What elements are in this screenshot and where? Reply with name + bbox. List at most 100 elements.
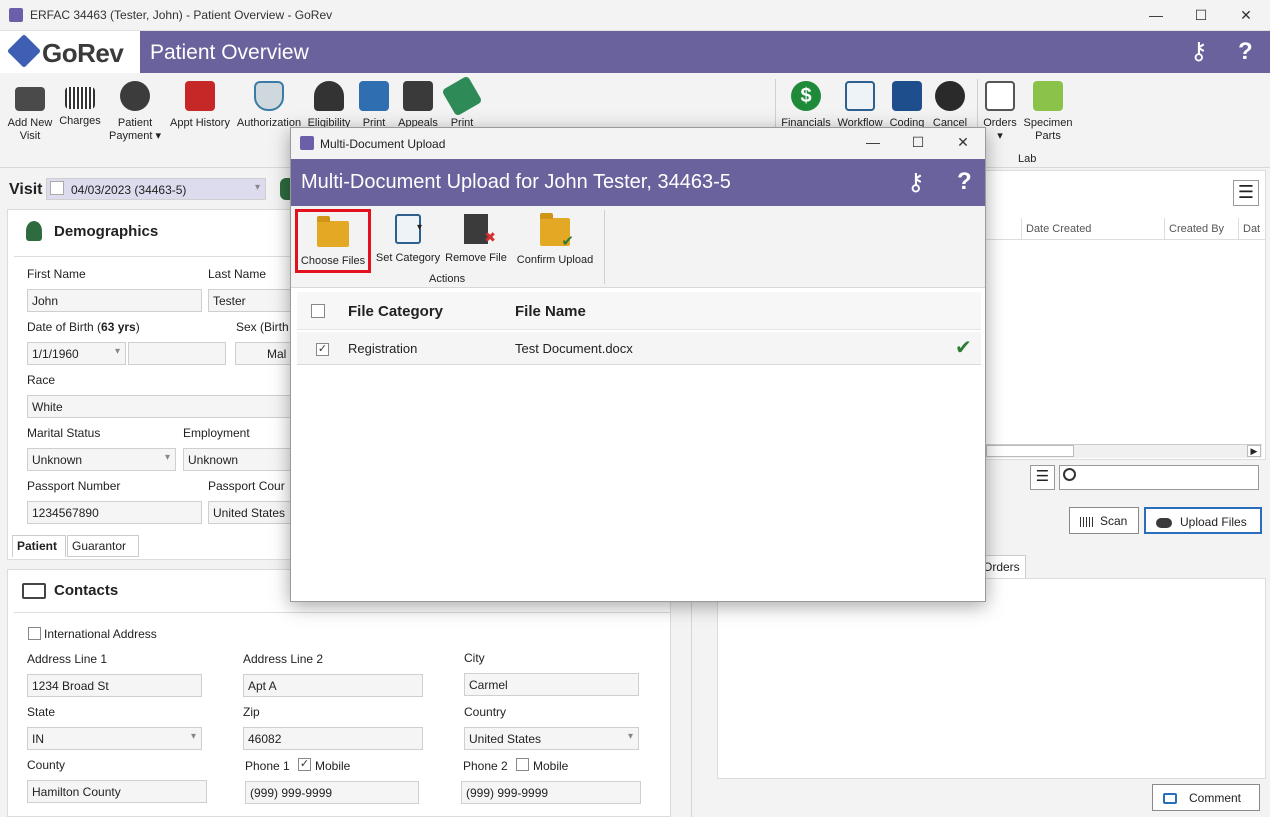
patient-payment-button[interactable]: Patient Payment ▾ <box>106 81 164 143</box>
tab-guarantor[interactable]: Guarantor <box>67 535 139 557</box>
print-tag-button[interactable]: Print <box>441 75 483 130</box>
set-category-button[interactable]: Set Category <box>371 214 445 264</box>
workflow-button[interactable]: Workflow <box>835 81 885 130</box>
confirm-upload-button[interactable]: ✔ Confirm Upload <box>513 213 597 266</box>
scrollbar-thumb[interactable] <box>986 445 1074 457</box>
divider <box>14 256 291 257</box>
minimize-button[interactable]: — <box>1136 4 1176 26</box>
marital-status-dropdown[interactable]: Unknown <box>27 448 176 471</box>
column-date-created[interactable]: Date Created <box>1026 223 1091 235</box>
sex-dropdown[interactable]: Mal <box>235 342 291 365</box>
address-line-1-field[interactable]: 1234 Broad St <box>27 674 202 697</box>
maximize-button[interactable]: ☐ <box>1181 4 1221 26</box>
book-icon <box>892 81 922 111</box>
scroll-right-icon[interactable]: ▶ <box>1247 445 1261 457</box>
upload-files-label: Upload Files <box>1180 515 1247 529</box>
race-field[interactable]: White <box>27 395 291 418</box>
print-button[interactable]: Print <box>356 81 392 130</box>
help-icon[interactable]: ? <box>1238 38 1253 66</box>
phone-2-mobile-label: Mobile <box>533 759 569 773</box>
select-all-checkbox[interactable] <box>311 304 325 318</box>
passport-country-field[interactable]: United States <box>208 501 291 524</box>
check-icon: ✔ <box>955 337 972 359</box>
passport-number-label: Passport Number <box>27 479 121 493</box>
upload-files-button[interactable]: Upload Files <box>1144 507 1262 534</box>
document-icon <box>985 81 1015 111</box>
close-button[interactable]: ✕ <box>1226 4 1266 26</box>
first-name-field[interactable]: John <box>27 289 202 312</box>
remove-file-icon: ✖ <box>464 214 496 245</box>
choose-files-button[interactable]: Choose Files <box>295 209 371 273</box>
dollar-icon: $ <box>791 81 821 111</box>
visit-dropdown[interactable]: 04/03/2023 (34463-5) <box>46 178 266 200</box>
column-divider <box>1238 218 1239 240</box>
cancel-button[interactable]: Cancel <box>930 81 970 130</box>
phone-2-mobile-checkbox[interactable] <box>516 758 529 771</box>
button-label: Patient <box>117 117 153 129</box>
orders-button[interactable]: Orders ▾ <box>980 81 1020 143</box>
eligibility-button[interactable]: Eligibility <box>306 81 352 130</box>
passport-number-field[interactable]: 1234567890 <box>27 501 202 524</box>
divider <box>14 612 671 613</box>
address-line-2-field[interactable]: Apt A <box>243 674 423 697</box>
column-file-name[interactable]: File Name <box>515 303 586 320</box>
tab-patient[interactable]: Patient <box>12 535 66 557</box>
country-dropdown[interactable]: United States <box>464 727 639 750</box>
phone-1-field[interactable]: (999) 999-9999 <box>245 781 419 804</box>
visit-label: Visit <box>9 181 43 198</box>
phone-2-label: Phone 2 <box>463 759 508 773</box>
chevron-down-icon[interactable]: ▾ <box>417 222 422 233</box>
state-dropdown[interactable]: IN <box>27 727 202 750</box>
last-name-field[interactable]: Tester <box>208 289 291 312</box>
hamburger-menu-icon[interactable]: ☰ <box>1233 180 1259 206</box>
zip-field[interactable]: 46082 <box>243 727 423 750</box>
city-field[interactable]: Carmel <box>464 673 639 696</box>
county-field[interactable]: Hamilton County <box>27 780 207 803</box>
table-row[interactable]: ✓ Registration Test Document.docx ✔ <box>297 332 981 365</box>
charges-button[interactable]: Charges <box>58 81 102 128</box>
search-icon <box>1063 468 1076 481</box>
appeals-button[interactable]: Appeals <box>396 81 440 130</box>
comment-label: Comment <box>1189 791 1242 805</box>
logo-text: GoRev <box>42 38 124 68</box>
appt-history-button[interactable]: Appt History <box>168 81 232 130</box>
authorization-button[interactable]: Authorization <box>236 81 302 130</box>
payment-person-icon <box>120 81 150 111</box>
barcode-icon <box>1080 516 1094 527</box>
button-label: Orders <box>983 117 1017 129</box>
specimen-parts-button[interactable]: Specimen Parts <box>1022 81 1074 143</box>
dob-field[interactable]: 1/1/1960 <box>27 342 126 365</box>
phone-2-field[interactable]: (999) 999-9999 <box>461 781 641 804</box>
country-label: Country <box>464 705 507 719</box>
briefcase-icon <box>403 81 433 111</box>
column-created-by[interactable]: Created By <box>1169 223 1224 235</box>
column-dat[interactable]: Dat <box>1243 223 1260 235</box>
time-stepper[interactable] <box>128 342 226 365</box>
app-icon <box>300 136 314 150</box>
cloud-upload-icon <box>1156 517 1172 528</box>
search-input[interactable] <box>1059 465 1259 490</box>
help-icon[interactable]: ? <box>957 168 972 196</box>
international-address-label: International Address <box>44 627 157 641</box>
remove-file-button[interactable]: ✖ Remove File <box>443 214 509 264</box>
financials-button[interactable]: $ Financials <box>779 81 833 130</box>
list-menu-icon[interactable]: ☰ <box>1030 465 1055 490</box>
folder-check-icon: ✔ <box>540 213 574 250</box>
keys-icon[interactable]: ⚷ <box>907 168 925 197</box>
coding-button[interactable]: Coding <box>887 81 927 130</box>
dialog-close-button[interactable]: ✕ <box>943 131 983 153</box>
column-file-category[interactable]: File Category <box>348 303 443 320</box>
scan-button[interactable]: Scan <box>1069 507 1139 534</box>
contact-card-icon <box>22 583 46 599</box>
window-titlebar: ERFAC 34463 (Tester, John) - Patient Ove… <box>0 0 1270 31</box>
comment-button[interactable]: Comment <box>1152 784 1260 811</box>
lab-group-label: Lab <box>1018 153 1037 165</box>
employment-dropdown[interactable]: Unknown <box>183 448 291 471</box>
keys-icon[interactable]: ⚷ <box>1190 37 1208 66</box>
international-address-checkbox[interactable] <box>28 627 41 640</box>
phone-1-mobile-checkbox[interactable]: ✓ <box>298 758 311 771</box>
row-checkbox[interactable]: ✓ <box>316 343 329 356</box>
add-new-visit-button[interactable]: Add New Visit <box>6 81 54 143</box>
dialog-maximize-button[interactable]: ☐ <box>898 131 938 153</box>
dialog-minimize-button[interactable]: — <box>853 131 893 153</box>
